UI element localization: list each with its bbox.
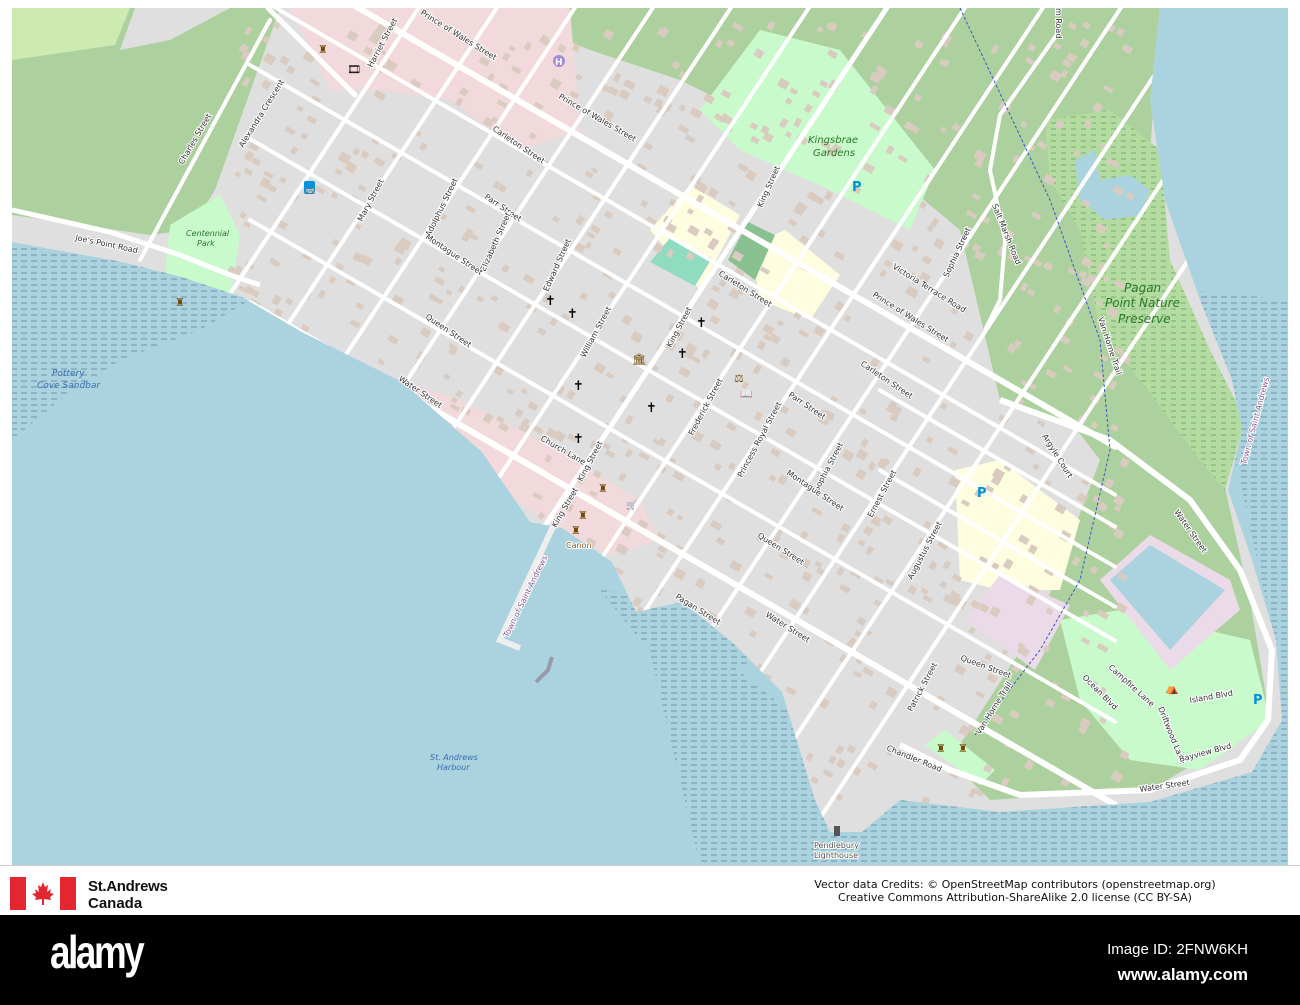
- alamy-logo: alamy: [50, 926, 145, 978]
- kingsbrae-gardens-label: Gardens: [813, 148, 855, 159]
- church-icon[interactable]: ✝: [696, 316, 707, 331]
- monument-icon[interactable]: ♜: [571, 524, 581, 537]
- image-id: Image ID: 2FNW6KH: [1107, 941, 1248, 958]
- monument-icon[interactable]: ♜: [598, 482, 608, 495]
- monument-icon[interactable]: ♜: [578, 509, 588, 522]
- bus-stop-icon[interactable]: 🚌: [305, 185, 315, 194]
- museum-icon[interactable]: 🏛: [632, 353, 646, 366]
- library-icon[interactable]: 📖: [740, 389, 752, 400]
- church-icon[interactable]: ✝: [677, 347, 688, 362]
- monument-icon[interactable]: ♜: [936, 742, 946, 755]
- pottery-cove-label: Pottery: [52, 369, 85, 379]
- site-url: www.alamy.com: [1117, 965, 1248, 984]
- shop-icon[interactable]: 🛒: [626, 499, 637, 511]
- map-subtitle: Canada: [88, 895, 143, 912]
- pottery-cove-label: Cove Sandbar: [37, 381, 101, 391]
- monument-icon[interactable]: ♜: [175, 296, 185, 309]
- centennial-park-label: Park: [197, 239, 215, 248]
- monument-icon[interactable]: ♜: [958, 742, 968, 755]
- credits-text: Vector data Credits: © OpenStreetMap con…: [814, 878, 1216, 891]
- harbour-label: Harbour: [437, 763, 470, 772]
- map-canvas[interactable]: Prince of Wales Street Prince of Wales S…: [12, 8, 1288, 865]
- lighthouse-label: Pendlebury: [814, 841, 859, 850]
- church-icon[interactable]: ✝: [646, 401, 657, 416]
- lighthouse-icon[interactable]: [834, 826, 840, 836]
- courthouse-icon[interactable]: ⚖: [734, 372, 744, 385]
- church-icon[interactable]: ✝: [573, 432, 584, 447]
- map-title: St.Andrews: [88, 878, 168, 895]
- church-icon[interactable]: ✝: [545, 294, 556, 309]
- hospital-icon[interactable]: H: [555, 58, 563, 68]
- license-text: Creative Commons Attribution-ShareAlike …: [838, 891, 1192, 904]
- centennial-park-label: Centennial: [186, 229, 230, 238]
- street-label: m Road: [1054, 8, 1063, 38]
- harbour-label: St. Andrews: [430, 753, 478, 762]
- church-icon[interactable]: ✝: [573, 379, 584, 394]
- kingsbrae-gardens-label: Kingsbrae: [808, 135, 858, 146]
- monument-icon[interactable]: ♜: [318, 43, 328, 56]
- canon-label: Canon: [566, 541, 592, 550]
- pagan-point-label: Point Nature: [1105, 296, 1180, 310]
- campsite-icon[interactable]: ⛺: [1165, 682, 1179, 695]
- watermark-bar: alamy Image ID: 2FNW6KH www.alamy.com: [0, 915, 1300, 1005]
- pagan-point-label: Preserve: [1118, 312, 1171, 326]
- cinema-icon[interactable]: 🎞: [347, 63, 361, 76]
- footer-bar: St.Andrews Canada Vector data Credits: ©…: [0, 865, 1300, 916]
- church-icon[interactable]: ✝: [567, 307, 578, 322]
- parking-icon[interactable]: P: [852, 180, 862, 195]
- parking-icon[interactable]: P: [977, 486, 987, 501]
- canada-flag-icon: [10, 877, 76, 910]
- pagan-point-label: Pagan: [1124, 281, 1161, 295]
- parking-icon[interactable]: P: [1253, 693, 1263, 708]
- lighthouse-label: Lighthouse: [814, 851, 858, 860]
